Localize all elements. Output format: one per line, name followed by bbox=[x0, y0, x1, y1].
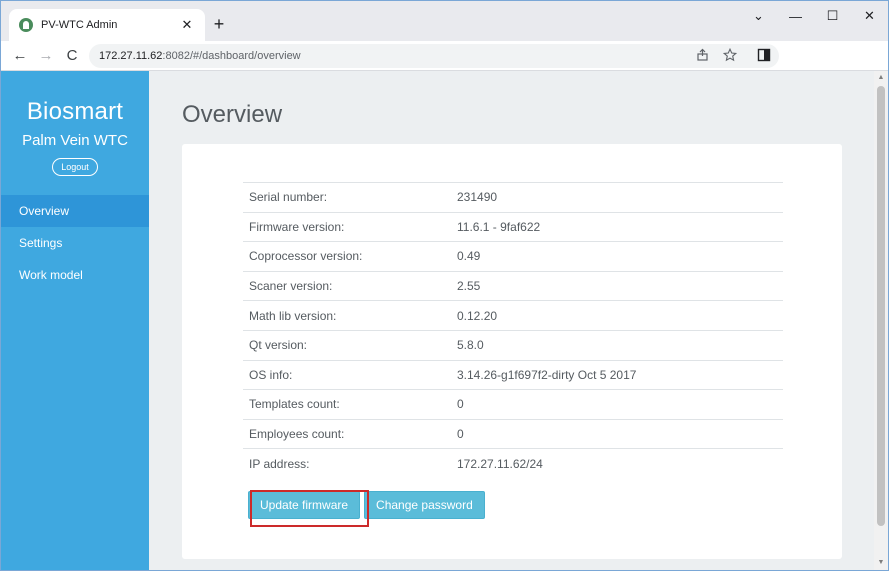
info-key: Coprocessor version: bbox=[243, 241, 457, 272]
info-value: 0.49 bbox=[457, 241, 783, 272]
star-icon[interactable] bbox=[722, 47, 738, 64]
vertical-scrollbar[interactable]: ▲ ▼ bbox=[874, 71, 888, 570]
tab-search-chevron-icon[interactable]: ⌄ bbox=[740, 1, 777, 31]
info-value: 0 bbox=[457, 389, 783, 420]
forward-button[interactable]: → bbox=[33, 43, 59, 69]
info-key: Templates count: bbox=[243, 389, 457, 420]
table-row: Math lib version: 0.12.20 bbox=[243, 300, 783, 331]
tab-close-icon[interactable]: ✕ bbox=[179, 17, 195, 33]
window-controls: ⌄ — ☐ ✕ bbox=[740, 1, 888, 31]
main-content: Overview Serial number: 231490 Firmware v… bbox=[149, 71, 874, 570]
action-buttons: Update firmware Change password bbox=[248, 491, 485, 519]
scroll-up-arrow-icon[interactable]: ▲ bbox=[874, 71, 888, 85]
scrollbar-thumb[interactable] bbox=[877, 86, 885, 526]
brand-title: Biosmart bbox=[26, 98, 124, 125]
scroll-down-arrow-icon[interactable]: ▼ bbox=[874, 556, 888, 570]
info-key: Qt version: bbox=[243, 329, 457, 361]
info-value: 5.8.0 bbox=[457, 329, 783, 361]
table-row: Firmware version: 11.6.1 - 9faf622 bbox=[243, 211, 783, 242]
table-row: Serial number: 231490 bbox=[243, 182, 783, 213]
table-row: OS info: 3.14.26-g1f697f2-dirty Oct 5 201… bbox=[243, 359, 783, 390]
share-icon[interactable] bbox=[695, 48, 711, 64]
info-key: Math lib version: bbox=[243, 300, 457, 331]
info-key: OS info: bbox=[243, 359, 457, 390]
browser-toolbar: ← → C 172.27.11.62:8082/#/dashboard/over… bbox=[1, 41, 888, 71]
page-viewport: Biosmart Palm Vein WTC Logout Overview S… bbox=[1, 71, 888, 570]
device-info-table: Serial number: 231490 Firmware version: 11… bbox=[243, 182, 783, 479]
side-panel-icon[interactable] bbox=[757, 48, 773, 64]
address-bar[interactable]: 172.27.11.62:8082/#/dashboard/overview bbox=[89, 44, 779, 68]
info-key: IP address: bbox=[243, 448, 457, 479]
browser-tab[interactable]: PV-WTC Admin ✕ bbox=[9, 9, 205, 41]
info-value: 172.27.11.62/24 bbox=[457, 448, 783, 479]
close-window-button[interactable]: ✕ bbox=[851, 1, 888, 31]
table-row: IP address: 172.27.11.62/24 bbox=[243, 448, 783, 479]
site-favicon-icon bbox=[19, 18, 33, 32]
table-row: Templates count: 0 bbox=[243, 389, 783, 420]
info-key: Scaner version: bbox=[243, 270, 457, 301]
info-value: 0 bbox=[457, 418, 783, 449]
info-key: Serial number: bbox=[243, 182, 457, 213]
page-title: Overview bbox=[182, 101, 283, 128]
sidebar-item-work-model[interactable]: Work model bbox=[1, 259, 149, 291]
sidebar-nav: Overview Settings Work model bbox=[1, 195, 149, 291]
logout-button[interactable]: Logout bbox=[52, 158, 98, 176]
table-row: Employees count: 0 bbox=[243, 418, 783, 449]
maximize-button[interactable]: ☐ bbox=[814, 1, 851, 31]
info-value: 11.6.1 - 9faf622 bbox=[457, 211, 783, 242]
reload-button[interactable]: C bbox=[59, 43, 85, 69]
info-value: 231490 bbox=[457, 182, 783, 213]
sidebar: Biosmart Palm Vein WTC Logout Overview S… bbox=[1, 71, 149, 570]
back-button[interactable]: ← bbox=[7, 43, 33, 69]
new-tab-button[interactable]: + bbox=[209, 15, 229, 35]
info-key: Firmware version: bbox=[243, 211, 457, 242]
sidebar-item-settings[interactable]: Settings bbox=[1, 227, 149, 259]
info-value: 3.14.26-g1f697f2-dirty Oct 5 2017 bbox=[457, 359, 783, 390]
browser-window: PV-WTC Admin ✕ + ⌄ — ☐ ✕ ← → C 172.27.11… bbox=[0, 0, 889, 571]
table-row: Scaner version: 2.55 bbox=[243, 270, 783, 301]
sidebar-item-overview[interactable]: Overview bbox=[1, 195, 149, 227]
tab-title: PV-WTC Admin bbox=[41, 19, 118, 31]
tab-strip: PV-WTC Admin ✕ + ⌄ — ☐ ✕ bbox=[1, 1, 888, 41]
info-key: Employees count: bbox=[243, 418, 457, 449]
update-firmware-button[interactable]: Update firmware bbox=[248, 491, 361, 519]
minimize-button[interactable]: — bbox=[777, 1, 814, 31]
change-password-button[interactable]: Change password bbox=[364, 491, 485, 519]
url-path: :8082/#/dashboard/overview bbox=[162, 50, 301, 62]
info-value: 0.12.20 bbox=[457, 300, 783, 331]
table-row: Coprocessor version: 0.49 bbox=[243, 241, 783, 272]
table-row: Qt version: 5.8.0 bbox=[243, 329, 783, 361]
overview-card: Serial number: 231490 Firmware version: 11… bbox=[182, 144, 842, 559]
info-value: 2.55 bbox=[457, 270, 783, 301]
url-host: 172.27.11.62 bbox=[99, 50, 163, 62]
brand-subtitle: Palm Vein WTC bbox=[22, 132, 128, 149]
